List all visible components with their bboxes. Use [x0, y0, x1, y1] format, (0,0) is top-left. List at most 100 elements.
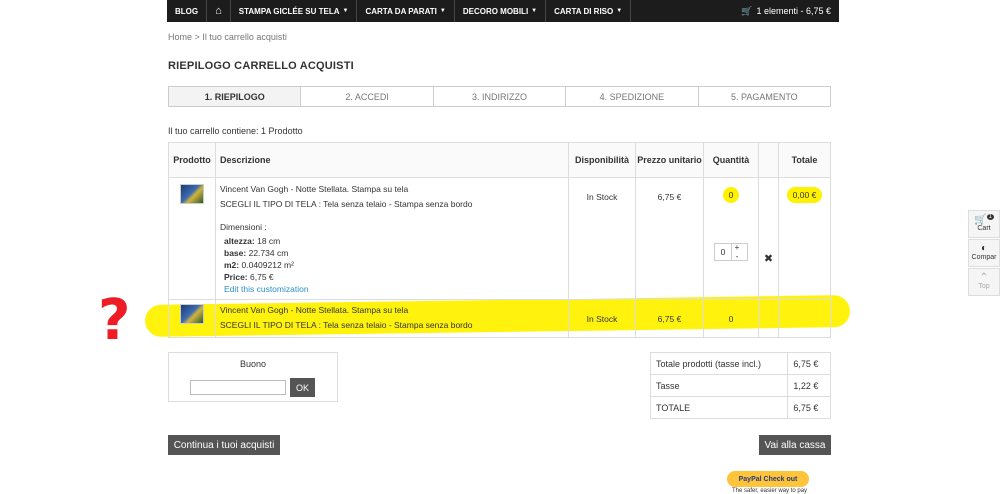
table-row: Vincent Van Gogh - Notte Stellata. Stamp…: [168, 177, 831, 300]
row-total: 0,00 €: [786, 187, 823, 203]
nav-riso[interactable]: CARTA DI RISO ▼: [546, 0, 632, 22]
arrow-up-icon: ⌃: [979, 272, 989, 283]
nav-carta-label: CARTA DA PARATI: [365, 6, 437, 16]
menu-bar: BLOG ⌂ STAMPA GICLÉE SU TELA ▼ CARTA DA P…: [167, 0, 839, 22]
dim-altezza: altezza: 18 cm: [224, 235, 564, 247]
col-quantita: Quantità: [703, 142, 759, 178]
side-cart-label: Cart: [977, 225, 991, 233]
side-top-label: Top: [978, 283, 990, 290]
voucher-input[interactable]: [190, 380, 286, 395]
dim-m2-label: m2:: [224, 260, 240, 270]
totals-table: Totale prodotti (tasse incl.) 6,75 € Tass…: [649, 352, 831, 419]
quantity-stepper[interactable]: 0 + -: [714, 243, 748, 261]
totals-row: TOTALE 6,75 €: [649, 396, 831, 419]
dim-price-label: Price:: [224, 272, 248, 282]
side-compare[interactable]: ◐ Compar: [968, 239, 1000, 267]
chevron-down-icon: ▼: [439, 8, 446, 14]
compare-icon: ◐: [980, 243, 988, 254]
product-name[interactable]: Vincent Van Gogh - Notte Stellata. Stamp…: [220, 303, 564, 318]
col-prezzo: Prezzo unitario: [635, 142, 704, 178]
step-spedizione[interactable]: 4. SPEDIZIONE: [566, 87, 699, 106]
nav-blog[interactable]: BLOG: [167, 0, 208, 22]
step-accedi[interactable]: 2. ACCEDI: [301, 87, 434, 106]
nav-stampa[interactable]: STAMPA GICLÉE SU TELA ▼: [231, 0, 358, 22]
side-cart[interactable]: 🛒 1 Cart: [968, 210, 1000, 238]
chevron-down-icon: ▼: [616, 8, 623, 14]
continue-shopping-button[interactable]: Continua i tuoi acquisti: [168, 435, 280, 455]
quantity-value: 0: [722, 187, 740, 203]
unit-price: 6,75 €: [635, 299, 704, 338]
product-thumbnail[interactable]: [180, 184, 204, 204]
product-thumbnail[interactable]: [180, 304, 204, 324]
side-top[interactable]: ⌃ Top: [968, 268, 1000, 296]
product-option: SCEGLI IL TIPO DI TELA : Tela senza tela…: [220, 320, 473, 330]
unit-price: 6,75 €: [635, 177, 704, 300]
dimensions-label: Dimensioni :: [220, 222, 267, 232]
voucher-box: Buono OK: [168, 352, 338, 402]
description-cell: Vincent Van Gogh - Notte Stellata. Stamp…: [215, 299, 569, 338]
breadcrumb-separator: >: [194, 32, 200, 42]
chevron-down-icon: ▼: [531, 8, 538, 14]
table-header: Prodotto Descrizione Disponibilità Prezz…: [168, 142, 831, 178]
col-descrizione: Descrizione: [215, 142, 569, 178]
dim-base: base: 22.734 cm: [224, 247, 564, 259]
totals-label: TOTALE: [649, 396, 789, 419]
step-riepilogo: 1. RIEPILOGO: [169, 87, 302, 106]
header-cart-summary: 1 elementi - 6,75 €: [756, 6, 831, 16]
quantity-value: 0: [703, 299, 759, 338]
cart-count-text: Il tuo carrello contiene: 1 Prodotto: [168, 126, 303, 136]
dim-base-value: 22.734 cm: [248, 248, 289, 258]
dim-m2: m2: 0.0409212 m²: [224, 259, 564, 271]
delete-icon[interactable]: ✖: [758, 177, 779, 300]
cart-icon: 🛒: [741, 5, 753, 16]
stock-status: In Stock: [568, 177, 636, 300]
total-cell: 0,00 €: [778, 177, 831, 300]
paypal-checkout-button[interactable]: PayPal Check out: [727, 471, 809, 487]
paypal-tagline: The safer, easier way to pay: [732, 488, 808, 494]
breadcrumb-home[interactable]: Home: [168, 32, 192, 42]
empty-cell: [758, 299, 779, 338]
totals-value: 1,22 €: [787, 374, 831, 397]
step-pagamento[interactable]: 5. PAGAMENTO: [698, 87, 831, 106]
voucher-title: Buono: [239, 359, 267, 369]
voucher-ok-button[interactable]: OK: [290, 378, 315, 397]
plus-button[interactable]: +: [732, 243, 742, 252]
totals-row: Tasse 1,22 €: [649, 374, 831, 397]
product-option: SCEGLI IL TIPO DI TELA : Tela senza tela…: [220, 199, 473, 209]
quantity-input[interactable]: 0: [715, 247, 731, 257]
empty-cell: [778, 299, 831, 338]
checkout-steps: 1. RIEPILOGO 2. ACCEDI 3. INDIRIZZO 4. S…: [168, 86, 831, 107]
totals-value: 6,75 €: [787, 352, 831, 375]
stock-status: In Stock: [568, 299, 636, 338]
cart-icon: 🛒 1: [974, 214, 994, 226]
header-cart[interactable]: 🛒 1 elementi - 6,75 €: [733, 0, 839, 22]
breadcrumb-current: Il tuo carrello acquisti: [202, 32, 287, 42]
quantity-cell: 0 0 + -: [703, 177, 759, 300]
side-compare-label: Compar: [971, 254, 997, 261]
page-title: RIEPILOGO CARRELLO ACQUISTI: [168, 60, 354, 72]
col-disponibilita: Disponibilità: [568, 142, 636, 178]
nav-carta[interactable]: CARTA DA PARATI ▼: [357, 0, 455, 22]
question-mark-annotation: ?: [98, 288, 131, 353]
chevron-down-icon: ▼: [342, 8, 349, 14]
dim-base-label: base:: [224, 248, 247, 258]
dim-price: Price: 6,75 €: [224, 271, 564, 283]
minus-button[interactable]: -: [732, 252, 742, 261]
step-indirizzo[interactable]: 3. INDIRIZZO: [433, 87, 567, 106]
nav-riso-label: CARTA DI RISO: [554, 6, 614, 16]
nav-decoro[interactable]: DECORO MOBILI ▼: [455, 0, 547, 22]
totals-label: Totale prodotti (tasse incl.): [649, 352, 789, 375]
dim-m2-value: 0.0409212 m²: [241, 260, 294, 270]
nav-decoro-label: DECORO MOBILI: [462, 6, 529, 16]
col-delete: [758, 142, 779, 178]
totals-value: 6,75 €: [787, 396, 831, 419]
totals-row: Totale prodotti (tasse incl.) 6,75 €: [649, 352, 831, 375]
description-cell: Vincent Van Gogh - Notte Stellata. Stamp…: [215, 177, 569, 300]
product-name[interactable]: Vincent Van Gogh - Notte Stellata. Stamp…: [220, 182, 564, 197]
product-thumb-cell: [168, 177, 216, 300]
top-navigation: BLOG ⌂ STAMPA GICLÉE SU TELA ▼ CARTA DA P…: [0, 0, 1000, 22]
nav-stampa-label: STAMPA GICLÉE SU TELA: [238, 6, 340, 16]
home-icon[interactable]: ⌂: [207, 0, 231, 22]
edit-customization-link[interactable]: Edit this customization: [224, 283, 564, 295]
checkout-button[interactable]: Vai alla cassa: [759, 435, 831, 455]
